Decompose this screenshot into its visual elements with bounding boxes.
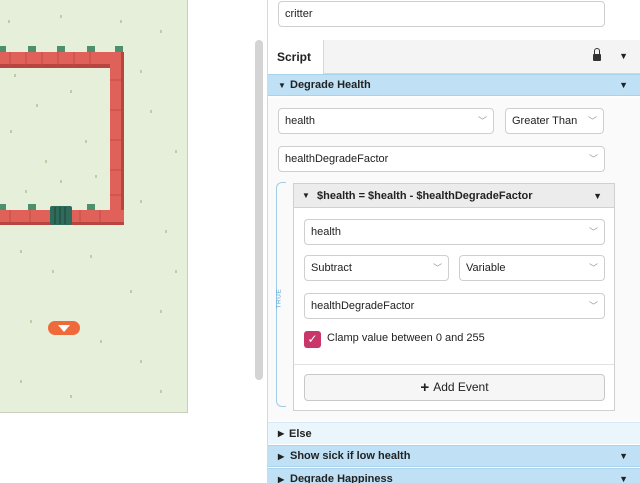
tab-script-label: Script [277, 50, 312, 64]
event-title: Degrade Happiness [290, 473, 393, 483]
condition-value-select[interactable]: healthDegradeFactor ﹀ [278, 146, 605, 172]
chevron-down-icon: ﹀ [588, 154, 598, 164]
event-header-show-sick[interactable]: ▶ Show sick if low health ▼ [268, 445, 640, 467]
scene-canvas[interactable] [0, 0, 188, 413]
clamp-label: Clamp value between 0 and 255 [327, 332, 485, 344]
math-value-value: healthDegradeFactor [311, 300, 415, 312]
plus-icon: + [420, 379, 430, 396]
checkmark-icon: ✓ [307, 332, 318, 346]
divider [294, 364, 614, 365]
math-operation-select[interactable]: Subtract ﹀ [304, 255, 449, 281]
expand-triangle-icon[interactable]: ▶ [278, 423, 284, 445]
chevron-down-icon: ﹀ [587, 116, 597, 126]
nested-event-box: ▼ $health = $health - $healthDegradeFact… [293, 183, 615, 411]
nested-event-title: $health = $health - $healthDegradeFactor [317, 190, 533, 202]
actor-name-value: critter [285, 8, 313, 20]
expand-triangle-icon[interactable]: ▶ [278, 446, 284, 467]
tab-menu-caret-icon[interactable]: ▼ [619, 51, 628, 61]
true-branch-label: TRUE [275, 288, 283, 309]
nested-event-header[interactable]: ▼ $health = $health - $healthDegradeFact… [294, 184, 614, 208]
tab-script[interactable]: Script [268, 40, 324, 75]
math-variable-select[interactable]: health ﹀ [304, 219, 605, 245]
expand-triangle-icon[interactable]: ▶ [278, 469, 284, 483]
nested-event-menu-caret-icon[interactable]: ▼ [593, 184, 602, 208]
else-branch-header[interactable]: ▶ Else [268, 422, 640, 444]
event-title: Degrade Health [290, 79, 371, 91]
math-value-type-select[interactable]: Variable ﹀ [459, 255, 605, 281]
condition-variable-value: health [285, 115, 315, 127]
chevron-down-icon: ﹀ [477, 116, 487, 126]
chevron-down-icon: ﹀ [588, 227, 598, 237]
add-event-label: Add Event [433, 380, 489, 394]
inspector-panel: critter Script ▼ ▼ Degrade Health ▼ heal… [267, 0, 640, 483]
chevron-down-icon: ﹀ [432, 263, 442, 273]
collapse-triangle-icon[interactable]: ▼ [302, 184, 310, 208]
actor-name-field[interactable]: critter [278, 1, 605, 27]
math-value-type-value: Variable [466, 262, 506, 274]
lock-icon[interactable] [593, 48, 601, 62]
event-header-degrade-health[interactable]: ▼ Degrade Health ▼ [268, 74, 640, 96]
event-title: Show sick if low health [290, 450, 411, 462]
event-menu-caret-icon[interactable]: ▼ [619, 446, 628, 467]
condition-value-value: healthDegradeFactor [285, 153, 389, 165]
canvas-background [0, 414, 188, 483]
event-menu-caret-icon[interactable]: ▼ [619, 75, 628, 96]
math-variable-value: health [311, 226, 341, 238]
collapse-triangle-icon[interactable]: ▼ [278, 75, 286, 96]
condition-variable-select[interactable]: health ﹀ [278, 108, 494, 134]
event-header-degrade-happiness[interactable]: ▶ Degrade Happiness ▼ [268, 468, 640, 483]
clamp-checkbox[interactable]: ✓ [304, 331, 321, 348]
scene-map [0, 15, 177, 398]
condition-operator-value: Greater Than [512, 115, 578, 127]
else-label: Else [289, 428, 312, 440]
chevron-down-icon: ﹀ [588, 263, 598, 273]
tab-bar: Script ▼ [268, 40, 640, 75]
math-value-select[interactable]: healthDegradeFactor ﹀ [304, 293, 605, 319]
math-operation-value: Subtract [311, 262, 352, 274]
canvas-scrollbar[interactable] [255, 40, 263, 380]
add-event-button[interactable]: + Add Event [304, 374, 605, 401]
chevron-down-icon: ﹀ [588, 301, 598, 311]
condition-operator-select[interactable]: Greater Than ﹀ [505, 108, 604, 134]
event-menu-caret-icon[interactable]: ▼ [619, 469, 628, 483]
